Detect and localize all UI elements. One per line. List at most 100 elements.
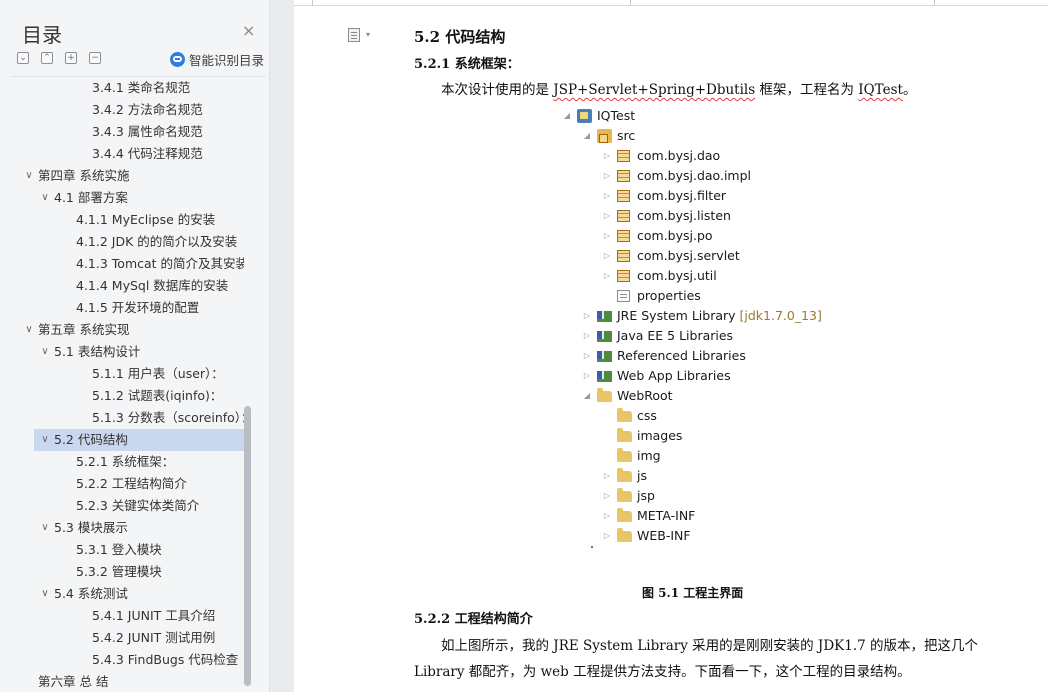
tree-node: ▷ com.bysj.dao.impl (604, 166, 874, 186)
outline-item[interactable]: ∨ 5.1 表结构设计 (10, 341, 244, 363)
outline-item[interactable]: 4.1.2 JDK 的的简介以及安装 (10, 231, 244, 253)
ruler-tick (630, 0, 631, 6)
outline-item[interactable]: ∨ 5.4 系统测试 (10, 583, 244, 605)
outline-item[interactable]: ∨ 4.1 部署方案 (10, 187, 244, 209)
outline-item[interactable]: 5.4.3 FindBugs 代码检查 (10, 649, 244, 671)
tree-node: ▷ com.bysj.servlet (604, 246, 874, 266)
collapse-all-button[interactable]: ⌄ (17, 52, 29, 64)
outline-item-label: 4.1.5 开发环境的配置 (76, 300, 200, 315)
outline-item-label: 3.4.4 代码注释规范 (92, 146, 203, 161)
document-page: ▾ 5.2 代码结构 5.2.1 系统框架： 本次设计使用的是 JSP+Serv… (294, 0, 1048, 692)
caret-down-icon[interactable]: ▾ (366, 30, 370, 39)
outline-item[interactable]: 5.2.1 系统框架： (10, 451, 244, 473)
package-icon (617, 150, 630, 162)
tree-node-label: WebRoot (617, 388, 673, 403)
paragraph-line: Library 都配齐，为 web 工程提供方法支持。下面看一下，这个工程的目录… (414, 664, 911, 680)
outline-item-label: 5.2 代码结构 (54, 432, 128, 447)
chevron-down-icon[interactable]: ∨ (38, 341, 52, 363)
outline-item-label: 4.1.4 MySql 数据库的安装 (76, 278, 229, 293)
outline-item[interactable]: 4.1.3 Tomcat 的简介及其安装 (10, 253, 244, 275)
outline-item[interactable]: 4.1.4 MySql 数据库的安装 (10, 275, 244, 297)
outline-item-label: 5.4 系统测试 (54, 586, 128, 601)
outline-item[interactable]: 3.4.3 属性命名规范 (10, 121, 244, 143)
outline-item-label: 5.3.2 管理模块 (76, 564, 162, 579)
tree-node-label: img (637, 448, 661, 463)
expand-all-button[interactable]: ⌃ (41, 52, 53, 64)
tree-node-label: Referenced Libraries (617, 348, 746, 363)
tree-node: ◢ WebRoot (584, 386, 854, 406)
outline-item-label: 5.4.3 FindBugs 代码检查 (92, 652, 239, 667)
outline-item-label: 5.3.1 登入模块 (76, 542, 162, 557)
tree-node-label: com.bysj.listen (637, 208, 731, 223)
outline-item-label: 4.1 部署方案 (54, 190, 128, 205)
outline-item[interactable]: 5.4.1 JUNIT 工具介绍 (10, 605, 244, 627)
outline-item[interactable]: 5.1.2 试题表(iqinfo)： (10, 385, 244, 407)
chevron-down-icon[interactable]: ∨ (38, 187, 52, 209)
plus-icon: + (67, 53, 75, 63)
tree-node: css (614, 406, 874, 426)
smart-toc-button[interactable]: 智能识别目录 (170, 50, 264, 69)
chevron-down-icon[interactable]: ∨ (38, 429, 52, 451)
outline-item[interactable]: ∨ 第五章 系统实现 (10, 319, 244, 341)
folder-icon (597, 388, 612, 402)
outline-item[interactable]: ∨ 5.3 模块展示 (10, 517, 244, 539)
outline-item[interactable]: 第六章 总 结 (10, 671, 244, 692)
add-heading-button[interactable]: + (65, 52, 77, 64)
tree-node-label: JRE System Library [jdk1.7.0_13] (617, 308, 822, 323)
library-icon (597, 351, 612, 362)
properties-package-icon (617, 290, 630, 302)
document-icon[interactable] (348, 28, 360, 42)
tree-node: ▷ com.bysj.filter (604, 186, 874, 206)
outline-item[interactable]: 5.3.2 管理模块 (10, 561, 244, 583)
outline-item-label: 5.4.1 JUNIT 工具介绍 (92, 608, 216, 623)
outline-scrollbar[interactable] (244, 406, 251, 686)
chevron-down-icon[interactable]: ∨ (38, 517, 52, 539)
outline-item[interactable]: 3.4.4 代码注释规范 (10, 143, 244, 165)
outline-item-label: 3.4.3 属性命名规范 (92, 124, 203, 139)
collapsed-arrow-icon: ▷ (603, 511, 611, 520)
outline-item[interactable]: ∨ 5.2 代码结构 (34, 429, 244, 451)
tree-node-label: com.bysj.filter (637, 188, 727, 203)
tree-node: ▷ com.bysj.util (604, 266, 874, 286)
library-icon (597, 331, 612, 342)
chevron-down-icon[interactable]: ∨ (38, 583, 52, 605)
expanded-arrow-icon: ◢ (583, 391, 591, 400)
folder-icon (617, 508, 632, 522)
tree-node-label: com.bysj.dao (637, 148, 721, 163)
subsection-heading: 5.2.1 系统框架： (414, 57, 520, 72)
collapsed-arrow-icon: ▷ (603, 211, 611, 220)
outline-item[interactable]: 3.4.2 方法命名规范 (10, 99, 244, 121)
outline-item[interactable]: 5.2.2 工程结构简介 (10, 473, 244, 495)
ruler-tick (934, 0, 935, 6)
paragraph-line: 如上图所示，我的 JRE System Library 采用的是刚刚安装的 JD… (441, 638, 978, 654)
collapsed-arrow-icon: ▷ (603, 251, 611, 260)
outline-item[interactable]: ∨ 第四章 系统实施 (10, 165, 244, 187)
tree-node: ▷ js (604, 466, 874, 486)
outline-item[interactable]: 4.1.1 MyEclipse 的安装 (10, 209, 244, 231)
package-icon (617, 210, 630, 222)
outline-item[interactable]: 3.4.1 类命名规范 (10, 77, 244, 99)
chevron-down-icon[interactable]: ∨ (22, 165, 36, 187)
outline-item-label: 3.4.1 类命名规范 (92, 80, 191, 95)
outline-item[interactable]: 5.2.3 关键实体类简介 (10, 495, 244, 517)
tree-node: properties (614, 286, 874, 306)
outline-item[interactable]: 4.1.5 开发环境的配置 (10, 297, 244, 319)
outline-item[interactable]: 5.1.1 用户表（user）： (10, 363, 244, 385)
remove-heading-button[interactable]: − (89, 52, 101, 64)
outline-item[interactable]: 5.3.1 登入模块 (10, 539, 244, 561)
outline-item[interactable]: 5.1.3 分数表（scoreinfo）： (10, 407, 244, 429)
framework-name: JSP+Servlet+Spring+Dbutils (553, 82, 756, 98)
outline-item-label: 5.1.3 分数表（scoreinfo）： (92, 410, 244, 425)
tree-node-label: com.bysj.po (637, 228, 713, 243)
collapsed-arrow-icon: ▷ (603, 151, 611, 160)
package-icon (617, 230, 630, 242)
close-icon[interactable]: × (242, 21, 255, 41)
package-icon (617, 190, 630, 202)
outline-item[interactable]: 5.4.2 JUNIT 测试用例 (10, 627, 244, 649)
tree-node: ▷ com.bysj.listen (604, 206, 874, 226)
tree-node: images (614, 426, 874, 446)
chevron-down-icon[interactable]: ∨ (22, 319, 36, 341)
tree-node-label: images (637, 428, 683, 443)
collapsed-arrow-icon: ▷ (603, 191, 611, 200)
folder-icon (617, 408, 632, 422)
